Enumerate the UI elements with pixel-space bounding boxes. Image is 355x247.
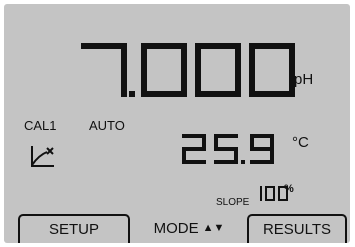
setup-tab[interactable]: SETUP: [18, 214, 130, 243]
temperature-unit-label: °C: [292, 134, 309, 151]
digit: [182, 134, 206, 164]
ph-unit-label: pH: [294, 71, 314, 88]
mode-status-label: AUTO: [89, 118, 125, 133]
calibration-label: CAL1: [24, 118, 57, 133]
temperature-reading: [182, 134, 274, 164]
setup-tab-label: SETUP: [48, 221, 99, 238]
slope-label: SLOPE: [216, 197, 250, 208]
lcd-display: pH °C % CAL1 AUTO SLOPE SETUP MODE ▲▼ RE…: [4, 4, 350, 243]
digit: [265, 186, 275, 201]
results-tab-label: RESULTS: [262, 221, 332, 238]
ph-reading: [81, 43, 295, 97]
decimal-point: [241, 160, 245, 164]
mode-tab-label: MODE: [153, 220, 199, 237]
digit: [214, 134, 238, 164]
digit: [81, 43, 127, 97]
softkey-bar: SETUP MODE ▲▼ RESULTS: [4, 214, 350, 243]
digit: [141, 43, 187, 97]
decimal-point: [129, 91, 135, 97]
results-tab[interactable]: RESULTS: [247, 214, 347, 243]
digit: [195, 43, 241, 97]
slope-unit-label: %: [284, 183, 294, 195]
up-down-arrows-icon: ▲▼: [202, 222, 225, 234]
digit: [250, 134, 274, 164]
calibration-slope-icon: [31, 146, 54, 167]
mode-tab[interactable]: MODE ▲▼: [135, 214, 243, 243]
digit: [249, 43, 295, 97]
